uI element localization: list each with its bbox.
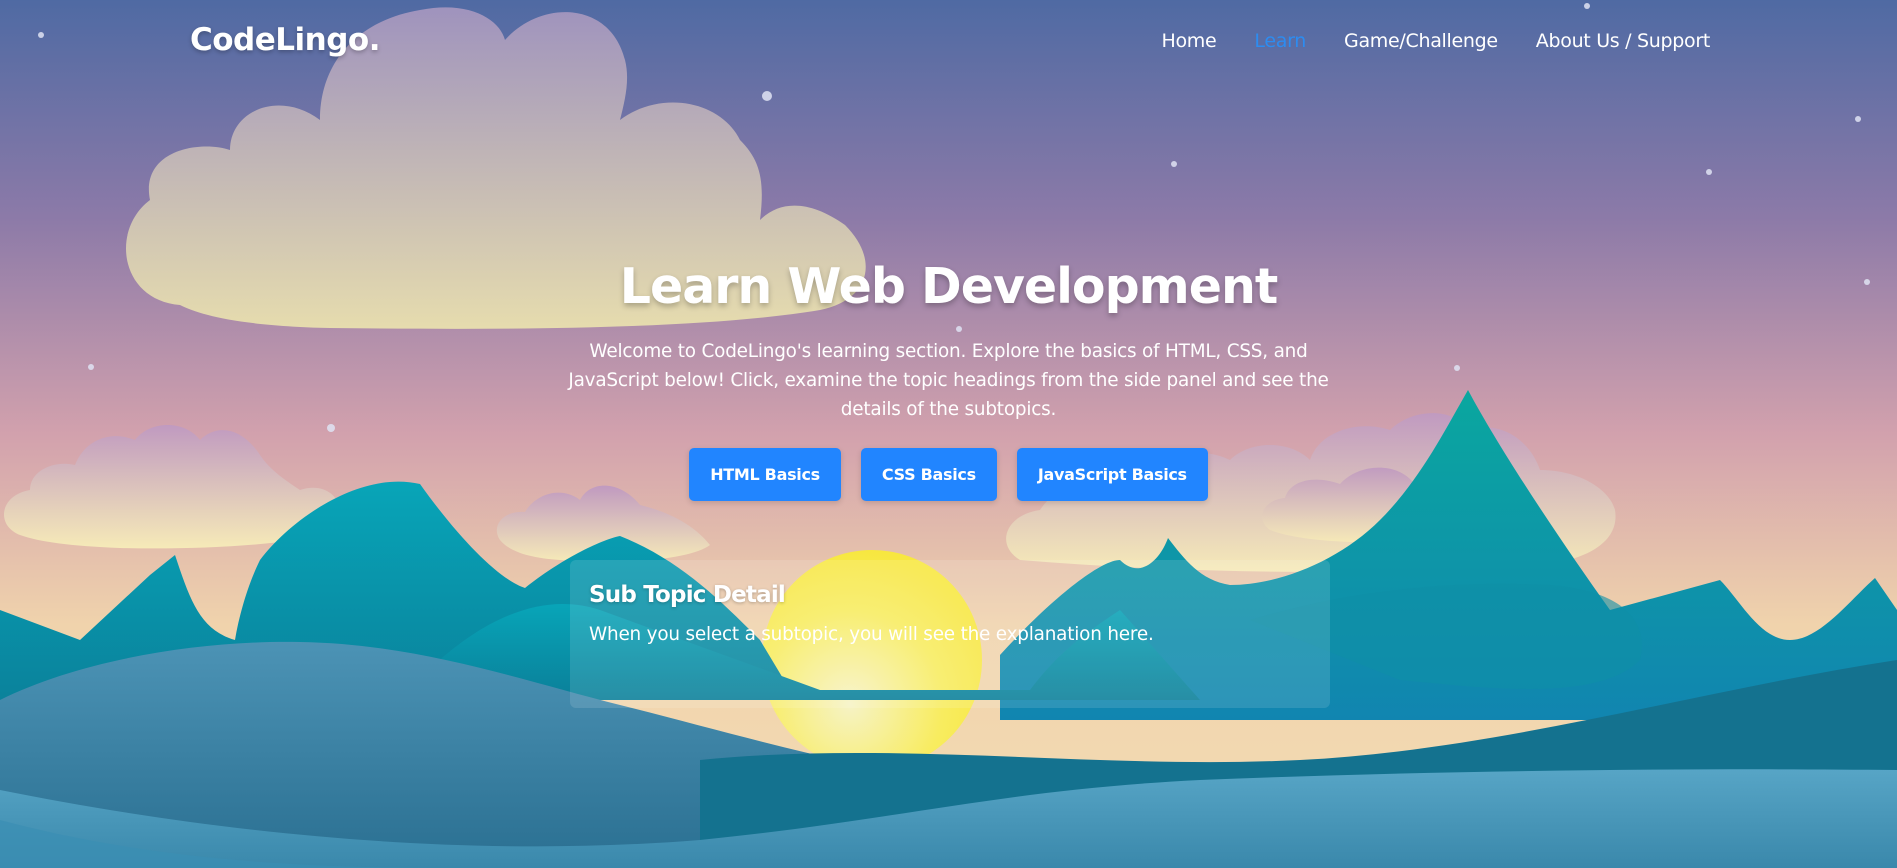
css-basics-button[interactable]: CSS Basics — [860, 448, 997, 501]
javascript-basics-button[interactable]: JavaScript Basics — [1016, 448, 1208, 501]
brand-logo[interactable]: CodeLingo. — [190, 22, 380, 58]
nav-item-game-challenge: Game/Challenge — [1344, 30, 1498, 52]
nav-link-game-challenge[interactable]: Game/Challenge — [1344, 30, 1498, 52]
top-navbar: CodeLingo. Home Learn Game/Challenge Abo… — [0, 0, 1897, 86]
nav-links: Home Learn Game/Challenge About Us / Sup… — [1161, 30, 1710, 52]
intro-description: Welcome to CodeLingo's learning section.… — [568, 341, 1329, 420]
subtopic-detail-title: Sub Topic Detail — [589, 582, 786, 608]
subtopic-detail-panel: Sub Topic Detail When you select a subto… — [570, 560, 1330, 708]
subtopic-detail-text: When you select a subtopic, you will see… — [589, 624, 1154, 645]
nav-item-home: Home — [1161, 30, 1216, 52]
html-basics-button[interactable]: HTML Basics — [689, 448, 841, 501]
page-title: Learn Web Development — [619, 258, 1279, 315]
hero-section: Learn Web Development Welcome to CodeLin… — [0, 258, 1897, 501]
topic-buttons: HTML Basics CSS Basics JavaScript Basics — [0, 448, 1897, 501]
nav-link-about-support[interactable]: About Us / Support — [1536, 30, 1711, 52]
nav-item-learn: Learn — [1254, 30, 1306, 52]
nav-link-learn[interactable]: Learn — [1254, 30, 1306, 52]
nav-item-about-support: About Us / Support — [1536, 30, 1711, 52]
nav-link-home[interactable]: Home — [1161, 30, 1216, 52]
